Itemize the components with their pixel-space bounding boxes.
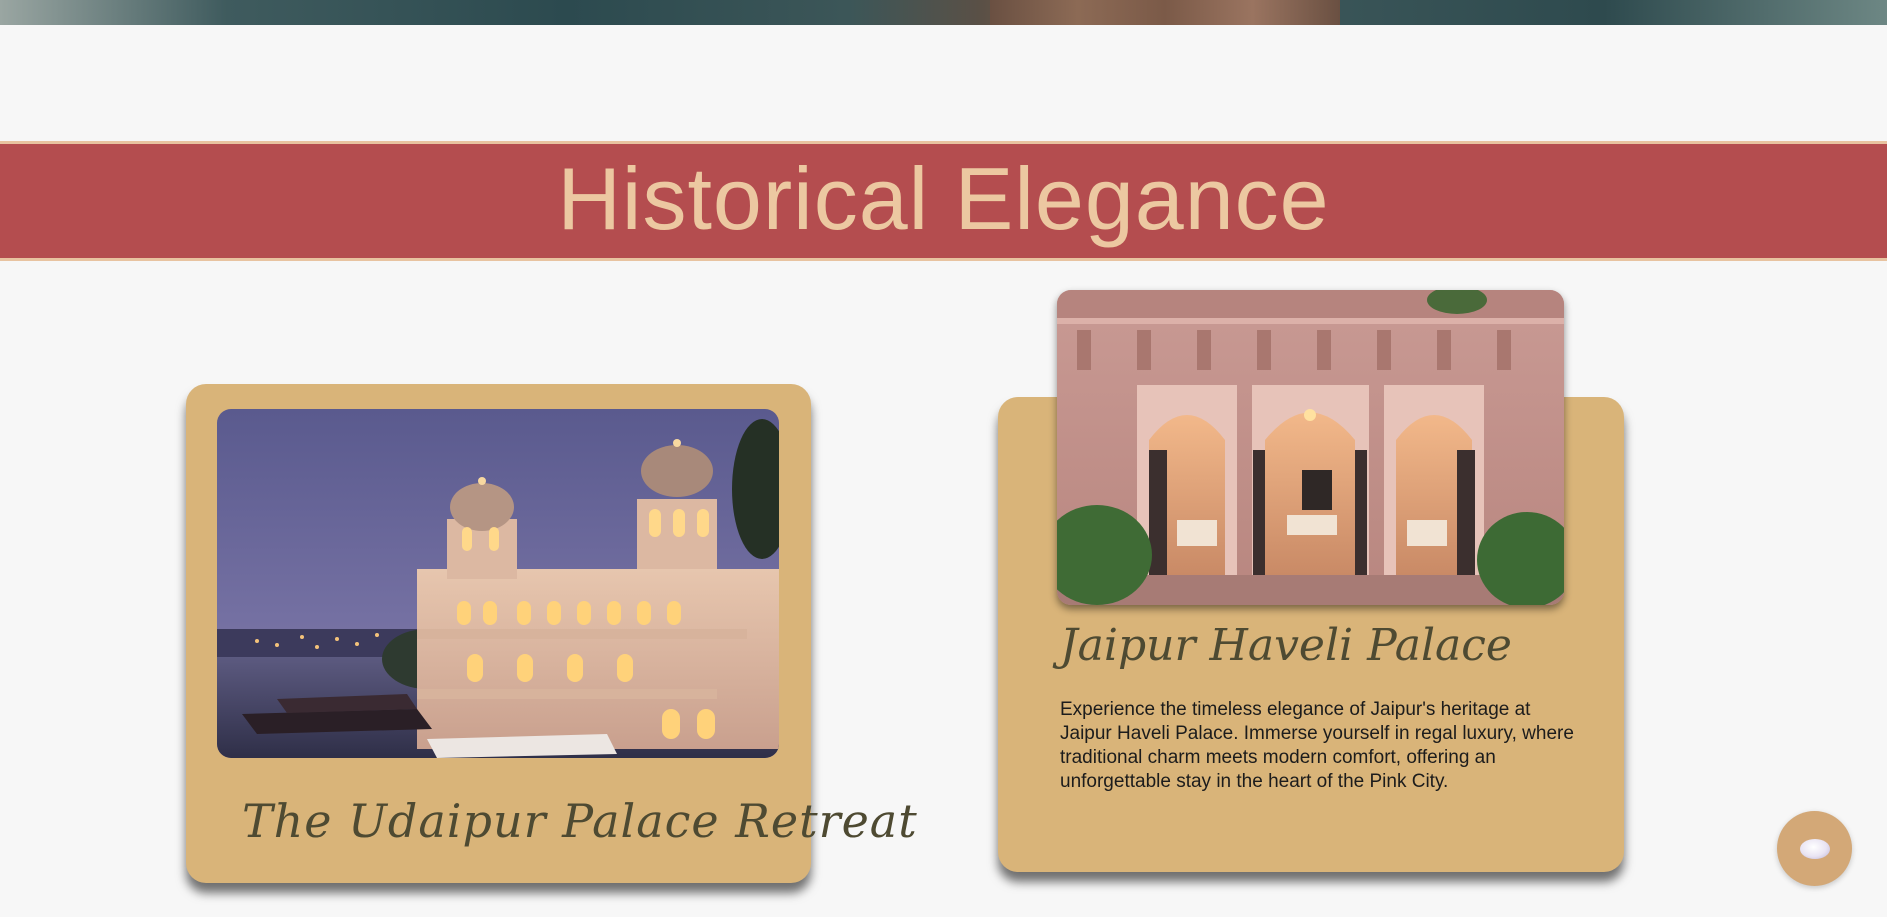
card-title-udaipur: The Udaipur Palace Retreat bbox=[242, 794, 918, 848]
card-title-jaipur: Jaipur Haveli Palace bbox=[1060, 620, 1512, 671]
hero-image-figure bbox=[990, 0, 1340, 25]
card-udaipur[interactable]: The Udaipur Palace Retreat bbox=[186, 384, 917, 883]
hero-image-strip bbox=[0, 0, 1887, 25]
jaipur-haveli-photo bbox=[1057, 290, 1564, 605]
card-description-jaipur: Experience the timeless elegance of Jaip… bbox=[1060, 699, 1574, 792]
udaipur-palace-photo bbox=[217, 409, 779, 758]
section-title: Historical Elegance bbox=[557, 149, 1330, 248]
section-banner: Historical Elegance bbox=[0, 141, 1887, 261]
page: Historical Elegance The Udaipur Palace R… bbox=[0, 0, 1887, 917]
chat-button[interactable] bbox=[1777, 811, 1852, 886]
chat-bubble-icon bbox=[1799, 838, 1830, 859]
